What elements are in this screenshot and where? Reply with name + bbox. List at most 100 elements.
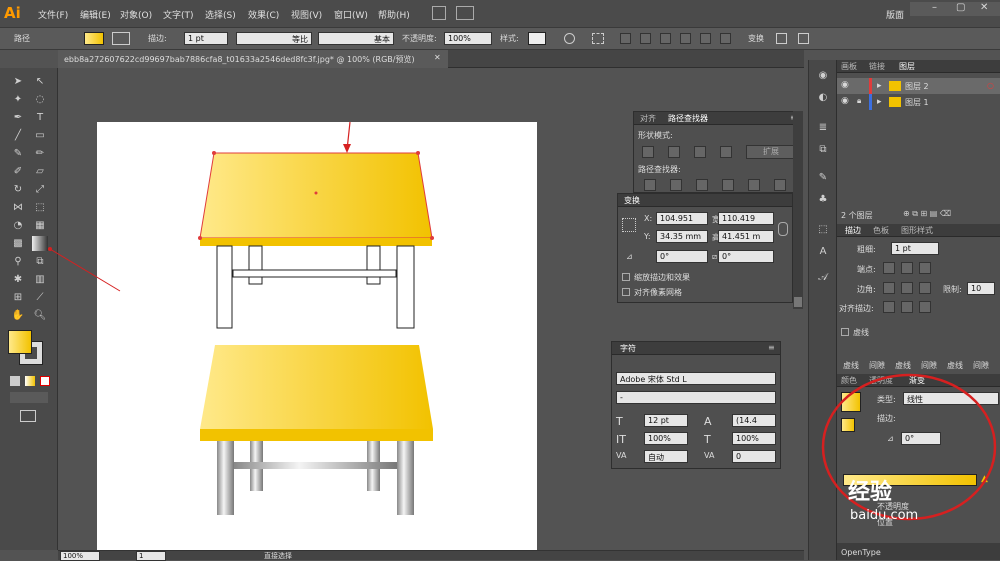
graphic-style-swatch[interactable]: [528, 32, 546, 45]
kerning-input[interactable]: 自动: [644, 450, 688, 463]
align-to-icon[interactable]: [592, 33, 604, 44]
gradient-mode-icon[interactable]: [25, 376, 35, 386]
isolate-icon[interactable]: [776, 33, 787, 44]
divide-icon[interactable]: [644, 179, 656, 191]
tab-align[interactable]: 对齐: [640, 113, 656, 124]
opentype-icon[interactable]: 𝒜: [815, 270, 831, 285]
tab-layers[interactable]: 图层: [899, 61, 915, 72]
character-menu-icon[interactable]: ≡: [768, 343, 775, 352]
tab-links[interactable]: 链接: [869, 61, 885, 72]
pathfinder-panel-icon[interactable]: ⧉: [815, 142, 831, 157]
scale-tool-icon[interactable]: ⤢: [32, 182, 48, 197]
color-guide-icon[interactable]: ◉: [815, 68, 831, 83]
leading-input[interactable]: (14.4: [732, 414, 776, 427]
workspace-switcher[interactable]: 版面: [886, 8, 904, 21]
artboard[interactable]: [97, 122, 537, 550]
align-top-icon[interactable]: [680, 33, 691, 44]
menu-type[interactable]: 文字(T): [163, 8, 194, 21]
stroke-weight-input[interactable]: 1 pt: [184, 32, 228, 45]
expand-button[interactable]: 扩展: [746, 145, 796, 159]
font-size-input[interactable]: 12 pt: [644, 414, 688, 427]
screen-mode-icon[interactable]: [20, 410, 36, 422]
layer-actions[interactable]: ⊕ ⧉ ⊞ ▤ ⌫: [903, 209, 999, 220]
minus-back-icon[interactable]: [774, 179, 786, 191]
stroke-label[interactable]: 描边:: [148, 33, 167, 44]
mesh-tool-icon[interactable]: ▩: [10, 236, 26, 251]
visibility-eye-icon[interactable]: ◉: [841, 96, 849, 106]
tab-transform[interactable]: 变换: [624, 195, 640, 206]
layer-row[interactable]: ◉ ▸ 图层 2 ○: [837, 78, 1000, 94]
constrain-link-icon[interactable]: [778, 222, 788, 236]
opacity-input[interactable]: 100%: [444, 32, 492, 45]
blob-brush-icon[interactable]: ✐: [10, 164, 26, 179]
font-style-select[interactable]: -: [616, 391, 776, 404]
exclude-icon[interactable]: [720, 146, 732, 158]
stroke-swatch[interactable]: [112, 32, 130, 45]
lock-icon[interactable]: 🔒︎: [857, 96, 861, 106]
align-bottom-icon[interactable]: [720, 33, 731, 44]
unite-icon[interactable]: [642, 146, 654, 158]
menu-edit[interactable]: 编辑(E): [80, 8, 111, 21]
tab-close-icon[interactable]: ✕: [434, 53, 441, 62]
disclosure-icon[interactable]: ▸: [877, 81, 882, 91]
document-tab[interactable]: ebb8a272607622cd99697bab7886cfa8_t01633a…: [58, 50, 448, 68]
shape-builder-icon[interactable]: ◔: [10, 218, 26, 233]
miter-join-icon[interactable]: [883, 282, 895, 294]
merge-icon[interactable]: [696, 179, 708, 191]
hand-tool-icon[interactable]: ✋: [10, 308, 26, 323]
y-input[interactable]: 34.35 mm: [656, 230, 708, 243]
panel-scrollbar[interactable]: [793, 111, 803, 309]
restore-icon[interactable]: ▢: [956, 2, 965, 13]
panel-menu-icon[interactable]: [798, 33, 809, 44]
paintbrush-tool-icon[interactable]: ✎: [10, 146, 26, 161]
recolor-icon[interactable]: [564, 33, 575, 44]
none-mode-icon[interactable]: [40, 376, 50, 386]
line-tool-icon[interactable]: ╱: [10, 128, 26, 143]
brush-definition[interactable]: 基本: [318, 32, 394, 45]
tab-pathfinder[interactable]: 路径查找器: [668, 113, 708, 124]
tracking-input[interactable]: 0: [732, 450, 776, 463]
lasso-tool-icon[interactable]: ◌: [32, 92, 48, 107]
layer-name[interactable]: 图层 2: [905, 81, 929, 92]
artboard-tool-icon[interactable]: ⊞: [10, 290, 26, 305]
menu-window[interactable]: 窗口(W): [334, 8, 368, 21]
limit-input[interactable]: 10: [967, 282, 995, 295]
symbol-sprayer-icon[interactable]: ✱: [10, 272, 26, 287]
tab-stroke[interactable]: 描边: [845, 225, 861, 236]
pen-tool-icon[interactable]: ✒: [10, 110, 26, 125]
layer-row[interactable]: ◉ 🔒︎ ▸ 图层 1: [837, 94, 1000, 110]
perspective-grid-icon[interactable]: ▦: [32, 218, 48, 233]
minus-front-icon[interactable]: [668, 146, 680, 158]
color-mode-icon[interactable]: [10, 376, 20, 386]
disclosure-icon[interactable]: ▸: [877, 97, 882, 107]
menu-view[interactable]: 视图(V): [291, 8, 322, 21]
crop-icon[interactable]: [722, 179, 734, 191]
butt-cap-icon[interactable]: [883, 262, 895, 274]
tab-graphic-styles[interactable]: 图形样式: [901, 225, 933, 236]
close-icon[interactable]: ✕: [980, 2, 988, 13]
horizontal-scale-input[interactable]: 100%: [732, 432, 776, 445]
eraser-tool-icon[interactable]: ▱: [32, 164, 48, 179]
trim-icon[interactable]: [670, 179, 682, 191]
menu-file[interactable]: 文件(F): [38, 8, 68, 21]
table-top-selected[interactable]: [198, 151, 434, 329]
magic-wand-icon[interactable]: ✦: [10, 92, 26, 107]
dashed-checkbox[interactable]: [841, 328, 849, 336]
scale-strokes-checkbox[interactable]: [622, 273, 630, 281]
reference-point-icon[interactable]: [622, 218, 636, 232]
menu-select[interactable]: 选择(S): [205, 8, 236, 21]
rectangle-tool-icon[interactable]: ▭: [32, 128, 48, 143]
opentype-tab[interactable]: OpenType: [841, 548, 881, 557]
opacity-label[interactable]: 不透明度:: [402, 33, 437, 44]
transform-link[interactable]: 变换: [748, 33, 764, 44]
layer-name[interactable]: 图层 1: [905, 97, 929, 108]
transform-panel-icon[interactable]: ⬚: [815, 222, 831, 237]
brushes-icon[interactable]: ✎: [815, 170, 831, 185]
free-transform-icon[interactable]: ⬚: [32, 200, 48, 215]
align-inside-icon[interactable]: [901, 301, 913, 313]
width-tool-icon[interactable]: ⋈: [10, 200, 26, 215]
direct-selection-tool-icon[interactable]: ↖: [32, 74, 48, 89]
align-vcenter-icon[interactable]: [700, 33, 711, 44]
width-input[interactable]: 110.419: [718, 212, 774, 225]
align-right-icon[interactable]: [660, 33, 671, 44]
